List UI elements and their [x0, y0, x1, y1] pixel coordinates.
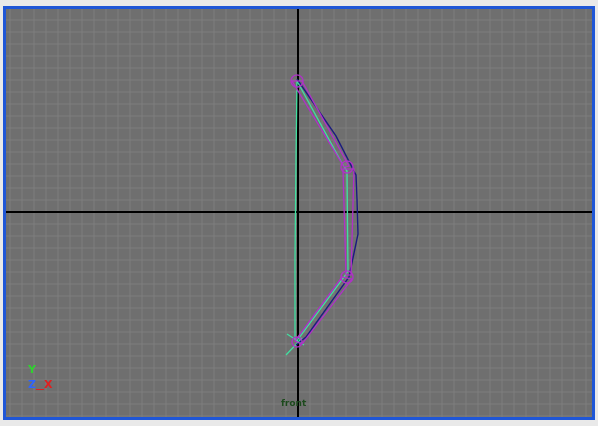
- viewport-scene[interactable]: [6, 9, 592, 417]
- bone-lower[interactable]: [293, 276, 354, 345]
- axis-z-label: Z: [28, 378, 36, 391]
- axis-x-label: X: [44, 378, 53, 391]
- front-viewport[interactable]: Y Z X front: [3, 6, 595, 420]
- axis-y-label: Y: [28, 363, 36, 376]
- maya-viewport-frame: Y Z X front: [0, 0, 598, 426]
- axis-origin-mark: [36, 389, 44, 390]
- view-name-label: front: [281, 399, 307, 409]
